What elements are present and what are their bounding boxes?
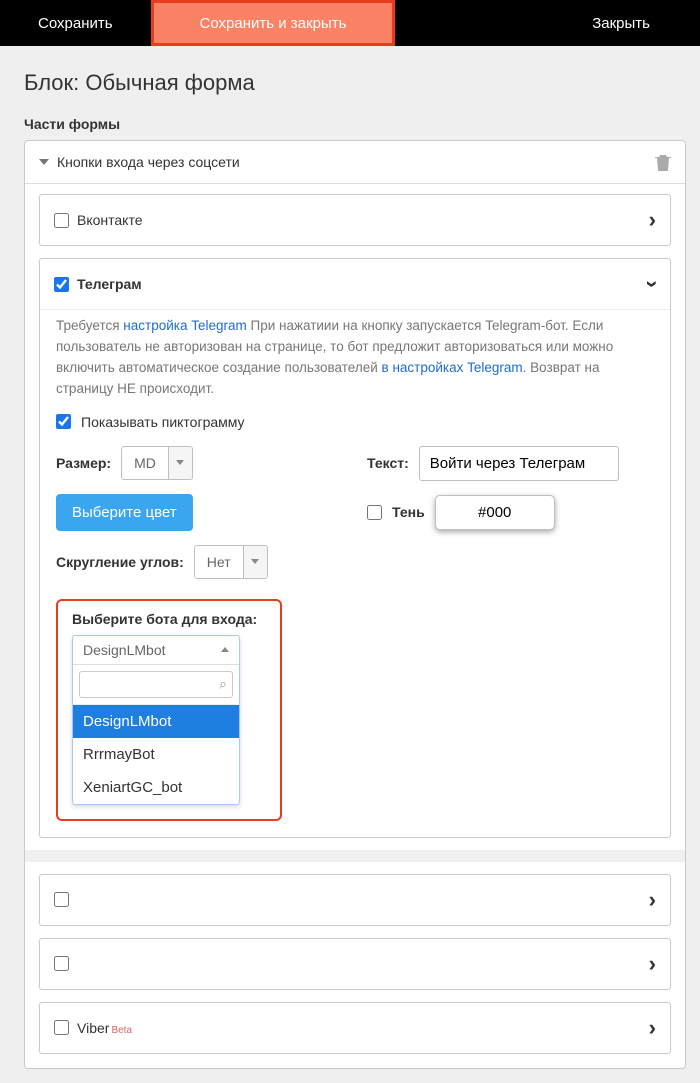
viber-panel[interactable]: ViberBeta › (39, 1002, 671, 1054)
chevron-right-icon: › (649, 951, 656, 977)
size-field: Размер: MD (56, 446, 343, 480)
bot-search-input[interactable] (79, 671, 233, 698)
show-icon-label: Показывать пиктограмму (81, 414, 245, 430)
text-label: Текст: (367, 455, 409, 471)
size-label: Размер: (56, 455, 111, 471)
round-select[interactable]: Нет (194, 545, 268, 579)
text-input[interactable] (419, 446, 619, 481)
telegram-header[interactable]: Телеграм › (40, 259, 670, 310)
collapsed-checkbox[interactable] (54, 892, 69, 907)
collapsed-panel[interactable]: › (39, 938, 671, 990)
bot-option[interactable]: XeniartGC_bot (73, 771, 239, 804)
parts-heading: Части формы (24, 116, 686, 132)
round-field: Скругление углов: Нет (56, 545, 343, 579)
viber-beta-badge: Beta (111, 1025, 132, 1036)
telegram-label: Телеграм (77, 276, 142, 292)
bot-dropdown-list: DesignLMbot RrrmayBot XeniartGC_bot (73, 705, 239, 804)
triangle-down-icon (251, 559, 259, 564)
bot-dropdown[interactable]: DesignLMbot ⌕ DesignLMbot RrrmayBot Xeni… (72, 635, 240, 805)
viber-checkbox[interactable] (54, 1020, 69, 1035)
size-value: MD (122, 447, 168, 479)
round-value: Нет (195, 546, 243, 578)
chevron-right-icon: › (649, 887, 656, 913)
vk-panel: Вконтакте › (39, 194, 671, 246)
separator (25, 850, 685, 862)
viber-label: Viber (77, 1020, 109, 1036)
accordion-social-header[interactable]: Кнопки входа через соцсети (25, 141, 685, 184)
size-select[interactable]: MD (121, 446, 193, 480)
top-bar: Сохранить Сохранить и закрыть Закрыть (0, 0, 700, 46)
telegram-panel: Телеграм › Требуется настройка Telegram … (39, 258, 671, 838)
bot-select-title: Выберите бота для входа: (72, 611, 266, 627)
round-select-toggle[interactable] (243, 546, 267, 578)
size-select-toggle[interactable] (168, 447, 192, 479)
text-field: Текст: (367, 446, 654, 481)
telegram-setup-link[interactable]: настройка Telegram (123, 318, 246, 333)
save-close-button[interactable]: Сохранить и закрыть (151, 0, 396, 46)
bot-dropdown-search: ⌕ (73, 665, 239, 705)
round-label: Скругление углов: (56, 554, 184, 570)
triangle-down-icon (176, 460, 184, 465)
color-button[interactable]: Выберите цвет (56, 494, 193, 531)
shadow-field: Тень (367, 495, 654, 530)
bot-select-box: Выберите бота для входа: DesignLMbot ⌕ (56, 599, 282, 821)
shadow-checkbox[interactable] (367, 505, 382, 520)
vk-header[interactable]: Вконтакте › (40, 195, 670, 245)
bot-option[interactable]: RrrmayBot (73, 738, 239, 771)
show-icon-row: Показывать пиктограмму (56, 414, 654, 430)
page-title: Блок: Обычная форма (24, 70, 686, 96)
vk-checkbox[interactable] (54, 213, 69, 228)
save-button[interactable]: Сохранить (0, 0, 151, 46)
search-icon: ⌕ (219, 676, 227, 693)
triangle-up-icon (221, 647, 229, 652)
bot-dropdown-selected[interactable]: DesignLMbot (73, 636, 239, 665)
chevron-down-icon: › (639, 280, 665, 287)
chevron-down-icon (39, 159, 49, 165)
trash-icon[interactable] (655, 153, 671, 171)
accordion-title: Кнопки входа через соцсети (57, 154, 240, 170)
bot-option[interactable]: DesignLMbot (73, 705, 239, 738)
vk-label: Вконтакте (77, 212, 143, 228)
show-icon-checkbox[interactable] (56, 414, 71, 429)
telegram-checkbox[interactable] (54, 277, 69, 292)
page-body: Блок: Обычная форма Части формы Кнопки в… (0, 46, 700, 1083)
chevron-right-icon: › (649, 207, 656, 233)
accordion-body: Вконтакте › Телеграм › Требуется настрой… (25, 184, 685, 1068)
form-parts-container: Кнопки входа через соцсети Вконтакте › (24, 140, 686, 1069)
collapsed-checkbox[interactable] (54, 956, 69, 971)
bot-selected-value: DesignLMbot (83, 642, 166, 658)
telegram-description: Требуется настройка Telegram При нажатии… (56, 316, 654, 400)
close-button[interactable]: Закрыть (554, 0, 700, 46)
collapsed-panel[interactable]: › (39, 874, 671, 926)
shadow-label: Тень (392, 504, 425, 520)
shadow-color-input[interactable] (435, 495, 555, 530)
chevron-right-icon: › (649, 1015, 656, 1041)
telegram-body: Требуется настройка Telegram При нажатии… (40, 310, 670, 837)
telegram-settings-link[interactable]: в настройках Telegram (382, 360, 523, 375)
